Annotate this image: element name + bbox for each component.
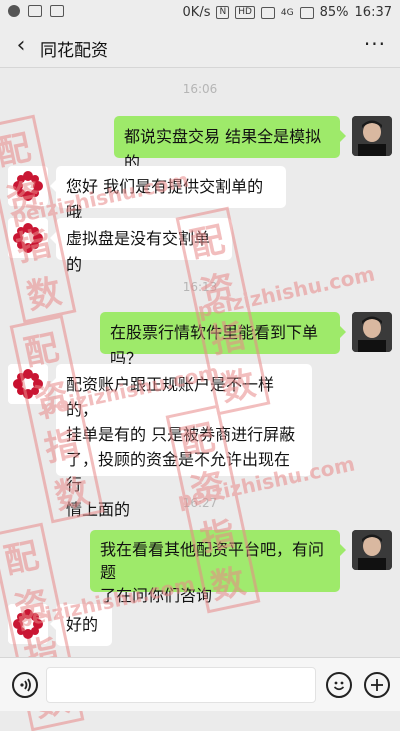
contact-avatar[interactable] <box>8 604 48 644</box>
message-line: 了在问你们咨询 <box>100 586 213 605</box>
message-line: 配资账户跟正规账户是不一样的， <box>66 375 275 419</box>
message-line: 了，投顾的资金是不允许出现在行 <box>66 450 291 494</box>
hd-icon: HD <box>235 6 255 19</box>
contact-avatar[interactable] <box>8 218 48 258</box>
emoji-icon[interactable] <box>326 672 352 698</box>
network-type: 4G <box>280 7 294 18</box>
signal-icon <box>299 6 314 19</box>
nfc-icon: N <box>216 6 230 19</box>
timestamp: 16:13 <box>182 280 218 294</box>
message-input[interactable] <box>46 667 316 703</box>
chat-title: 同花配资 <box>40 41 108 61</box>
back-arrow-icon[interactable]: ‹ <box>10 35 32 57</box>
outgoing-message[interactable]: 在股票行情软件里能看到下单吗？ <box>100 312 346 368</box>
outgoing-message[interactable]: 都说实盘交易 结果全是模拟的 <box>114 116 346 172</box>
incoming-message[interactable]: 您好 我们是有提供交割单的哦 <box>50 166 286 222</box>
outgoing-message[interactable]: 我在看看其他配资平台吧，有问题 了在问你们咨询 <box>90 530 346 605</box>
my-avatar[interactable] <box>352 530 392 570</box>
message-line: 我在看看其他配资平台吧，有问题 <box>100 540 325 582</box>
image-icon <box>28 5 42 17</box>
contact-avatar[interactable] <box>8 364 48 404</box>
message-text: 好的 <box>66 615 99 634</box>
message-line: 挂单是有的 只是被券商进行屏蔽 <box>66 425 296 444</box>
message-text: 您好 我们是有提供交割单的哦 <box>66 177 264 222</box>
my-avatar[interactable] <box>352 312 392 352</box>
plus-icon[interactable] <box>364 672 390 698</box>
my-avatar[interactable] <box>352 116 392 156</box>
more-options-button[interactable]: ··· <box>364 32 386 56</box>
message-text: 在股票行情软件里能看到下单吗？ <box>110 323 319 368</box>
chat-header: ‹ 同花配资 ··· <box>0 26 400 68</box>
contact-avatar[interactable] <box>8 166 48 206</box>
gallery-icon <box>50 5 64 17</box>
clock: 16:37 <box>354 5 392 20</box>
wifi-icon <box>260 6 275 19</box>
voice-icon[interactable] <box>12 672 38 698</box>
network-speed: 0K/s <box>182 5 211 20</box>
incoming-message[interactable]: 配资账户跟正规账户是不一样的， 挂单是有的 只是被券商进行屏蔽 了，投顾的资金是… <box>50 364 312 519</box>
incoming-message[interactable]: 好的 <box>50 604 112 646</box>
wechat-icon <box>8 5 20 17</box>
incoming-message[interactable]: 虚拟盘是没有交割单的 <box>50 218 232 274</box>
battery-level: 85% <box>319 5 349 20</box>
input-bar <box>0 657 400 711</box>
status-bar: 0K/s N HD 4G 85% 16:37 <box>0 0 400 26</box>
message-text: 虚拟盘是没有交割单的 <box>66 229 211 274</box>
timestamp: 16:27 <box>182 496 218 510</box>
timestamp: 16:06 <box>182 82 218 96</box>
